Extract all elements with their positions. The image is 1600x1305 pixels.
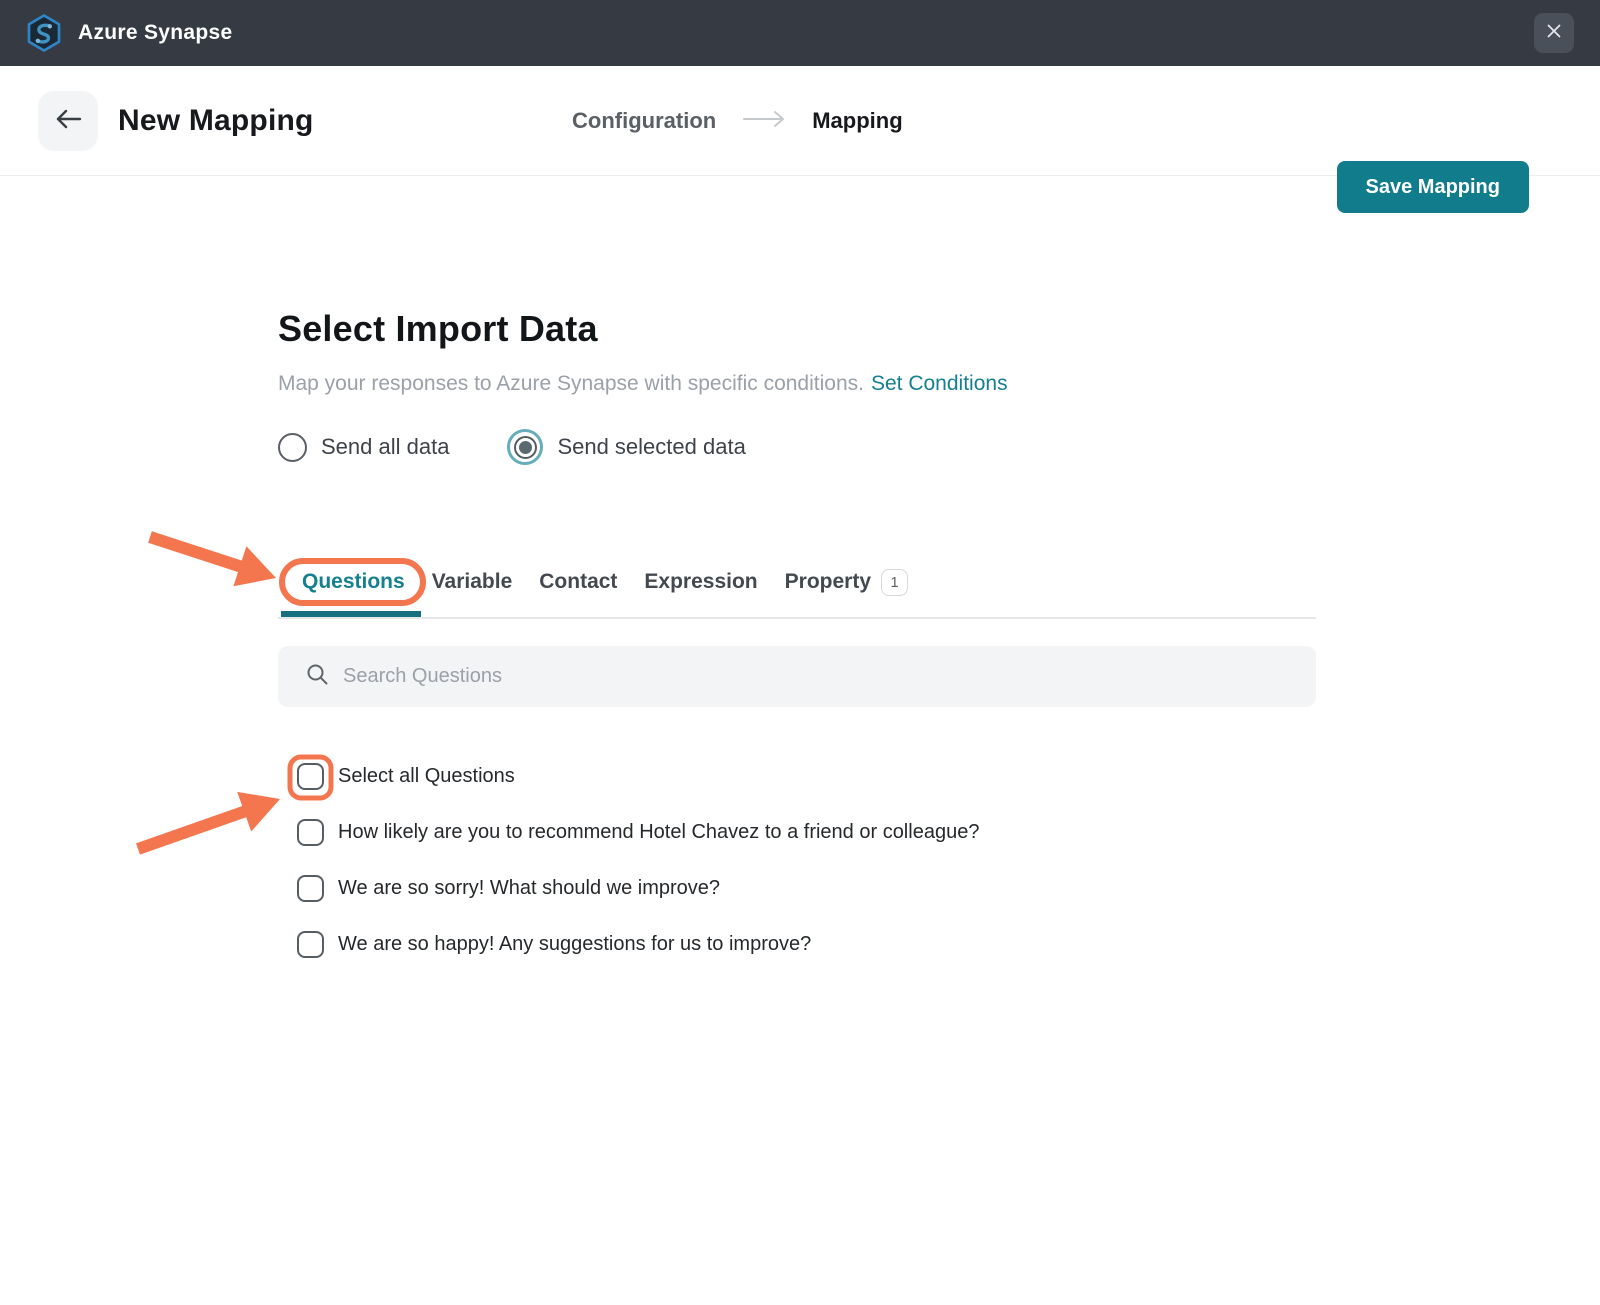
- question-row[interactable]: We are so sorry! What should we improve?: [297, 875, 720, 902]
- close-button[interactable]: [1534, 13, 1574, 53]
- annotation-arrow-questions-head: [233, 546, 276, 586]
- radio-label: Send all data: [321, 434, 449, 460]
- property-count-badge: 1: [881, 569, 908, 596]
- tab-contact[interactable]: Contact: [539, 570, 617, 594]
- radio-label: Send selected data: [557, 434, 745, 460]
- breadcrumb-step-configuration[interactable]: Configuration: [572, 108, 716, 134]
- search-icon: [306, 663, 329, 691]
- breadcrumb-step-mapping: Mapping: [812, 108, 902, 134]
- save-mapping-button[interactable]: Save Mapping: [1337, 161, 1529, 213]
- question-label: We are so happy! Any suggestions for us …: [338, 933, 811, 956]
- radio-send-selected-data[interactable]: Send selected data: [507, 429, 745, 465]
- question-checkbox[interactable]: [297, 875, 324, 902]
- question-checkbox[interactable]: [297, 819, 324, 846]
- annotation-arrow-select-all-shaft: [138, 811, 246, 849]
- select-all-label: Select all Questions: [338, 765, 515, 788]
- subtitle-text: Map your responses to Azure Synapse with…: [278, 372, 864, 395]
- question-checkbox[interactable]: [297, 931, 324, 958]
- tab-property[interactable]: Property 1: [785, 569, 908, 596]
- tab-variable[interactable]: Variable: [432, 570, 513, 594]
- section-heading: Select Import Data: [278, 308, 598, 350]
- search-box: [278, 646, 1316, 707]
- app-title: Azure Synapse: [78, 21, 232, 45]
- radio-unselected-icon: [278, 433, 307, 462]
- question-row[interactable]: How likely are you to recommend Hotel Ch…: [297, 819, 979, 846]
- page-title: New Mapping: [118, 66, 314, 176]
- search-input[interactable]: [343, 665, 1243, 688]
- breadcrumb: Configuration Mapping: [572, 66, 903, 176]
- section-subtitle: Map your responses to Azure Synapse with…: [278, 372, 1008, 396]
- question-label: We are so sorry! What should we improve?: [338, 877, 720, 900]
- tabs-divider: [278, 617, 1316, 619]
- back-button[interactable]: [38, 91, 98, 151]
- page-header: New Mapping Configuration Mapping Save M…: [0, 66, 1600, 176]
- radio-send-all-data[interactable]: Send all data: [278, 433, 449, 462]
- data-source-tabs: Questions Variable Contact Expression Pr…: [302, 561, 908, 603]
- select-all-questions-row[interactable]: Select all Questions: [297, 763, 515, 790]
- arrow-left-icon: [54, 108, 82, 135]
- close-icon: [1546, 23, 1562, 44]
- app-topbar: Azure Synapse: [0, 0, 1600, 66]
- radio-selected-icon: [507, 429, 543, 465]
- question-label: How likely are you to recommend Hotel Ch…: [338, 821, 979, 844]
- tab-questions[interactable]: Questions: [302, 570, 405, 594]
- azure-synapse-logo-icon: [24, 13, 64, 53]
- data-mode-radio-group: Send all data Send selected data: [278, 428, 746, 466]
- question-row[interactable]: We are so happy! Any suggestions for us …: [297, 931, 811, 958]
- annotation-arrow-questions-shaft: [150, 537, 242, 567]
- tab-expression[interactable]: Expression: [644, 570, 757, 594]
- arrow-right-icon: [742, 110, 786, 133]
- set-conditions-link[interactable]: Set Conditions: [871, 372, 1008, 395]
- select-all-checkbox[interactable]: [297, 763, 324, 790]
- annotation-arrow-select-all-head: [237, 792, 280, 832]
